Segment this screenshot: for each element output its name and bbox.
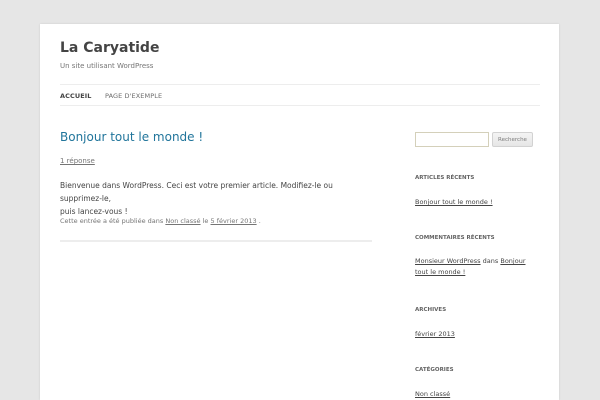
post-divider	[60, 240, 372, 242]
recent-comments-title: COMMENTAIRES RÉCENTS	[415, 235, 495, 241]
search-button[interactable]: Recherche	[492, 132, 533, 147]
post-meta-on: le	[202, 217, 209, 225]
post-content-line: Bienvenue dans WordPress. Ceci est votre…	[60, 181, 333, 203]
post-meta-end: .	[258, 217, 261, 225]
category-link[interactable]: Non classé	[165, 217, 200, 225]
comments-link[interactable]: 1 réponse	[60, 157, 95, 165]
site-description: Un site utilisant WordPress	[60, 62, 154, 70]
date-link[interactable]: 5 février 2013	[211, 217, 257, 225]
archives-title: ARCHIVES	[415, 307, 447, 313]
site-title[interactable]: La Caryatide	[60, 40, 159, 56]
archive-link[interactable]: février 2013	[415, 330, 455, 338]
recent-posts-title: ARTICLES RÉCENTS	[415, 175, 475, 181]
post-meta-prefix: Cette entrée a été publiée dans	[60, 217, 164, 225]
post-meta: Cette entrée a été publiée dans Non clas…	[60, 217, 261, 225]
search-input[interactable]	[415, 132, 489, 147]
category-widget-link[interactable]: Non classé	[415, 390, 450, 398]
post-title[interactable]: Bonjour tout le monde !	[60, 130, 203, 144]
site-container: La Caryatide Un site utilisant WordPress…	[40, 24, 559, 400]
recent-comment: Monsieur WordPress dans Bonjour tout le …	[415, 256, 540, 278]
comment-author-link[interactable]: Monsieur WordPress	[415, 257, 481, 265]
nav-item-accueil[interactable]: ACCUEIL	[60, 92, 92, 100]
categories-title: CATÉGORIES	[415, 367, 454, 373]
nav-item-page-exemple[interactable]: PAGE D'EXEMPLE	[105, 92, 162, 100]
post-content: Bienvenue dans WordPress. Ceci est votre…	[60, 179, 365, 218]
comment-in-text: dans	[482, 257, 499, 265]
main-navigation: ACCUEIL PAGE D'EXEMPLE	[60, 84, 540, 106]
recent-post-link[interactable]: Bonjour tout le monde !	[415, 198, 493, 206]
